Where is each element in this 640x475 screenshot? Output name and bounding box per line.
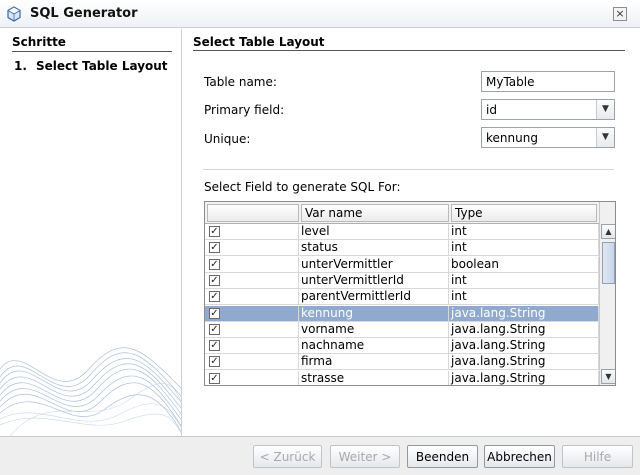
step-number: 1.	[14, 59, 27, 73]
include-checkbox[interactable]: ✓	[209, 226, 220, 237]
section-divider	[193, 50, 625, 51]
steps-pane: Schritte 1. Select Table Layout	[0, 29, 182, 436]
include-checkbox[interactable]: ✓	[209, 323, 220, 335]
column-header-check[interactable]	[207, 204, 299, 222]
cell-include: ✓	[205, 240, 299, 257]
scroll-thumb[interactable]	[602, 242, 615, 284]
cell-var-name[interactable]: vorname	[299, 321, 449, 338]
column-header-var-name[interactable]: Var name	[301, 204, 449, 222]
close-icon[interactable]: ×	[613, 7, 627, 21]
next-button[interactable]: Weiter >	[330, 445, 400, 468]
step-label: Select Table Layout	[36, 59, 168, 73]
step-item-1: 1. Select Table Layout	[14, 59, 168, 73]
table-row[interactable]: ✓ unterVermittler boolean	[205, 256, 599, 273]
include-checkbox[interactable]: ✓	[209, 340, 220, 352]
unique-value: kennung	[486, 131, 538, 145]
include-checkbox[interactable]: ✓	[209, 307, 220, 319]
steps-divider	[12, 51, 172, 52]
include-checkbox[interactable]: ✓	[209, 372, 220, 384]
cell-var-name[interactable]: strasse	[299, 370, 449, 385]
section-title: Select Table Layout	[193, 35, 325, 49]
cell-var-name[interactable]: status	[299, 240, 449, 257]
cell-include: ✓	[205, 272, 299, 289]
decorative-wave-image	[0, 347, 181, 436]
cell-var-name[interactable]: firma	[299, 354, 449, 371]
column-header-type[interactable]: Type	[451, 204, 597, 222]
finish-button[interactable]: Beenden	[407, 445, 478, 468]
cell-type[interactable]: int	[449, 224, 599, 240]
table-row[interactable]: ✓ unterVermittlerId int	[205, 272, 599, 289]
table-row[interactable]: ✓ parentVermittlerId int	[205, 289, 599, 306]
table-row[interactable]: ✓ status int	[205, 240, 599, 257]
include-checkbox[interactable]: ✓	[209, 258, 220, 270]
scroll-down-icon[interactable]: ▼	[601, 369, 615, 384]
cell-type[interactable]: java.lang.String	[449, 370, 599, 385]
cell-type[interactable]: int	[449, 272, 599, 289]
cell-type[interactable]: boolean	[449, 256, 599, 273]
table-name-input[interactable]	[481, 71, 615, 92]
cell-include: ✓	[205, 338, 299, 355]
steps-title: Schritte	[12, 35, 66, 49]
help-button[interactable]: Hilfe	[562, 445, 633, 468]
primary-field-value: id	[486, 103, 497, 117]
include-checkbox[interactable]: ✓	[209, 242, 220, 254]
cell-type[interactable]: java.lang.String	[449, 305, 599, 322]
include-checkbox[interactable]: ✓	[209, 274, 220, 286]
cell-type[interactable]: int	[449, 289, 599, 306]
table-scrollbar[interactable]: ▲ ▼	[599, 202, 615, 385]
cell-include: ✓	[205, 321, 299, 338]
chevron-down-icon[interactable]: ▼	[596, 100, 614, 119]
table-row[interactable]: ✓ vorname java.lang.String	[205, 321, 599, 338]
primary-field-label: Primary field:	[204, 103, 285, 117]
cell-type[interactable]: int	[449, 240, 599, 257]
title-bar: SQL Generator ×	[0, 0, 640, 28]
table-row[interactable]: ✓ firma java.lang.String	[205, 354, 599, 371]
table-row[interactable]: ✓ strasse java.lang.String	[205, 370, 599, 385]
cell-include: ✓	[205, 256, 299, 273]
table-row[interactable]: ✓ level int	[205, 224, 599, 240]
table-caption: Select Field to generate SQL For:	[204, 180, 401, 194]
cell-include: ✓	[205, 370, 299, 385]
cell-include: ✓	[205, 289, 299, 306]
cell-var-name[interactable]: level	[299, 224, 449, 240]
main-pane: Select Table Layout Table name: Primary …	[183, 29, 640, 436]
cancel-button[interactable]: Abbrechen	[484, 445, 555, 468]
unique-select[interactable]: kennung ▼	[481, 127, 615, 148]
fields-table[interactable]: Var name Type ✓ level int ✓ status int ✓ unterV…	[204, 201, 616, 386]
button-bar: < Zurück Weiter > Beenden Abbrechen Hilf…	[0, 436, 640, 475]
table-row[interactable]: ✓ kennung java.lang.String	[205, 305, 599, 322]
cell-include: ✓	[205, 305, 299, 322]
cell-var-name[interactable]: unterVermittler	[299, 256, 449, 273]
app-icon	[7, 6, 21, 22]
cell-include: ✓	[205, 224, 299, 240]
primary-field-select[interactable]: id ▼	[481, 99, 615, 120]
cell-include: ✓	[205, 354, 299, 371]
cell-type[interactable]: java.lang.String	[449, 354, 599, 371]
cell-var-name[interactable]: unterVermittlerId	[299, 272, 449, 289]
chevron-down-icon[interactable]: ▼	[596, 128, 614, 147]
back-button[interactable]: < Zurück	[253, 445, 322, 468]
cell-var-name[interactable]: parentVermittlerId	[299, 289, 449, 306]
cell-var-name[interactable]: nachname	[299, 338, 449, 355]
cell-var-name[interactable]: kennung	[299, 305, 449, 322]
form-separator	[203, 169, 614, 170]
table-row[interactable]: ✓ nachname java.lang.String	[205, 338, 599, 355]
include-checkbox[interactable]: ✓	[209, 356, 220, 368]
cell-type[interactable]: java.lang.String	[449, 338, 599, 355]
table-header: Var name Type	[205, 202, 599, 224]
window-title: SQL Generator	[30, 6, 138, 21]
include-checkbox[interactable]: ✓	[209, 291, 220, 303]
scroll-up-icon[interactable]: ▲	[601, 224, 615, 239]
cell-type[interactable]: java.lang.String	[449, 321, 599, 338]
table-name-label: Table name:	[204, 75, 277, 89]
unique-label: Unique:	[204, 132, 251, 146]
